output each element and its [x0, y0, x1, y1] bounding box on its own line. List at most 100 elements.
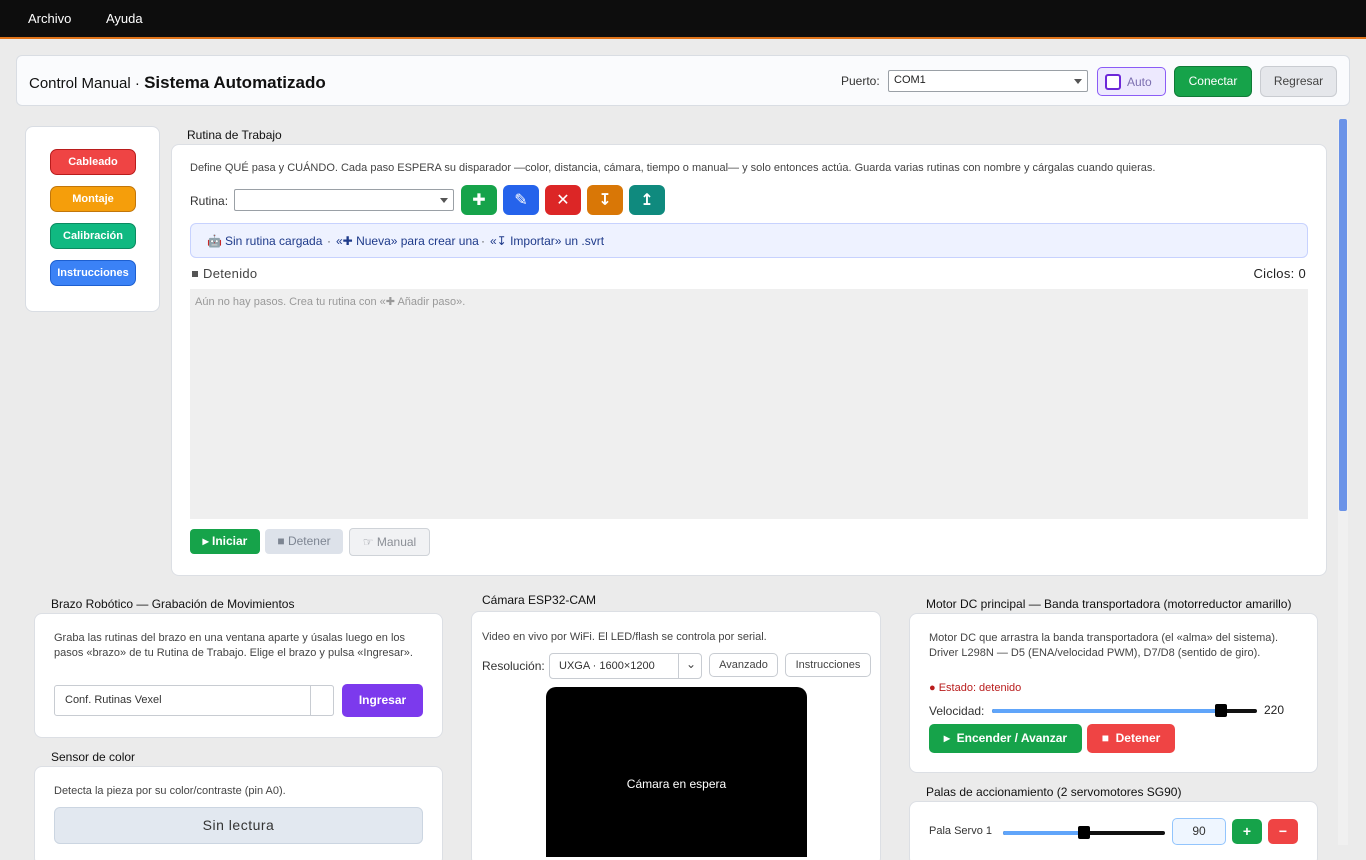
arm-select-value: Conf. Rutinas Vexel — [65, 694, 162, 706]
arm-section-title: Brazo Robótico — Grabación de Movimiento… — [51, 597, 295, 611]
nav-montaje-button[interactable]: Montaje — [50, 186, 136, 212]
paddles-section-title: Palas de accionamiento (2 servomotores S… — [926, 785, 1182, 799]
routine-info-bar: 🤖 Sin rutina cargada · «✚ Nueva» para cr… — [190, 223, 1308, 258]
arm-select-dropdown[interactable] — [310, 685, 334, 716]
run-status: Detenido — [192, 266, 257, 281]
run-status-text: Detenido — [203, 266, 258, 281]
chevron-down-icon — [440, 198, 448, 203]
camera-section-title: Cámara ESP32-CAM — [482, 593, 597, 607]
routine-section-title: Rutina de Trabajo — [187, 128, 282, 142]
port-select[interactable]: COM1 — [888, 70, 1088, 92]
new-routine-button[interactable]: ✚ — [461, 185, 497, 215]
play-icon: ▸ — [943, 731, 957, 745]
servo1-slider[interactable] — [1003, 826, 1165, 839]
speed-value: 220 — [1264, 703, 1285, 717]
speed-slider-fill — [992, 709, 1221, 713]
motor-section-title: Motor DC principal — Banda transportador… — [926, 597, 1292, 611]
delete-routine-button[interactable]: ✕ — [545, 185, 581, 215]
motor-on-label: Encender / Avanzar — [956, 731, 1068, 745]
resolution-select[interactable]: UXGA · 1600×1200 ⌄ — [549, 653, 702, 679]
routine-card: Define QUÉ pasa y CUÁNDO. Cada paso ESPE… — [171, 144, 1327, 576]
info-new: «✚ Nueva» para crear una — [336, 234, 479, 248]
hand-icon: ☞ — [362, 535, 377, 549]
stop-square-icon: ■ — [277, 534, 288, 548]
nav-calibracion-button[interactable]: Calibración — [50, 223, 136, 249]
servo1-label: Pala Servo 1 — [929, 825, 992, 837]
servo1-value-input[interactable]: 90 — [1172, 818, 1226, 845]
arm-description: Graba las rutinas del brazo en una venta… — [54, 632, 413, 659]
arm-select[interactable]: Conf. Rutinas Vexel — [54, 685, 334, 716]
select-divider — [678, 654, 679, 678]
title-prefix: Control Manual · — [29, 75, 145, 92]
left-nav: Cableado Montaje Calibración Instruccion… — [25, 126, 160, 312]
menu-ayuda[interactable]: Ayuda — [106, 11, 143, 26]
camera-standby-text: Cámara en espera — [626, 777, 727, 791]
cycles-counter: Ciclos: 0 — [1253, 266, 1306, 281]
speed-slider[interactable] — [992, 704, 1257, 717]
info-import: «↧ Importar» un .svrt — [490, 234, 605, 248]
port-label: Puerto: — [841, 74, 880, 88]
servo1-slider-thumb[interactable] — [1078, 826, 1090, 839]
info-separator: · — [481, 234, 485, 248]
info-separator: · — [327, 234, 331, 248]
camera-view: Cámara en espera — [546, 687, 807, 857]
motor-stop-button[interactable]: ■ Detener — [1087, 724, 1175, 753]
motor-on-button[interactable]: ▸ Encender / Avanzar — [929, 724, 1082, 753]
chevron-down-icon: ⌄ — [685, 657, 696, 671]
checkbox-icon — [1105, 74, 1121, 90]
paddles-card: Pala Servo 1 90 + − — [909, 801, 1318, 860]
nav-instrucciones-button[interactable]: Instrucciones — [50, 260, 136, 286]
port-value: COM1 — [894, 74, 926, 86]
motor-status: ● Estado: detenido — [929, 682, 1022, 694]
start-button[interactable]: ▸ Iniciar — [190, 529, 260, 554]
scrollbar-thumb[interactable] — [1339, 119, 1347, 511]
menu-archivo[interactable]: Archivo — [28, 11, 71, 26]
play-icon: ▸ — [202, 534, 212, 548]
manual-label: Manual — [376, 535, 417, 549]
color-sensor-card: Detecta la pieza por su color/contraste … — [34, 766, 443, 860]
motor-description: Motor DC que arrastra la banda transport… — [929, 632, 1279, 659]
page-title: Control Manual · Sistema Automatizado — [29, 73, 326, 93]
servo1-plus-button[interactable]: + — [1232, 819, 1262, 844]
import-routine-button[interactable]: ↧ — [587, 185, 623, 215]
menubar: Archivo Ayuda — [0, 0, 1366, 39]
camera-card: Video en vivo por WiFi. El LED/flash se … — [471, 611, 881, 860]
resolution-label: Resolución: — [482, 659, 545, 673]
chevron-down-icon — [1074, 79, 1082, 84]
info-none: Sin rutina cargada — [225, 234, 323, 248]
motor-card: Motor DC que arrastra la banda transport… — [909, 613, 1318, 773]
camera-description: Video en vivo por WiFi. El LED/flash se … — [482, 631, 767, 643]
stop-label: Detener — [287, 534, 331, 548]
export-routine-button[interactable]: ↥ — [629, 185, 665, 215]
advanced-button[interactable]: Avanzado — [709, 653, 778, 677]
resolution-value: UXGA · 1600×1200 — [559, 660, 655, 672]
manual-button[interactable]: ☞ Manual — [349, 528, 430, 556]
color-reading: Sin lectura — [54, 807, 423, 844]
speed-label: Velocidad: — [929, 704, 985, 718]
connect-button[interactable]: Conectar — [1174, 66, 1252, 97]
stop-button[interactable]: ■ Detener — [265, 529, 343, 554]
routine-description: Define QUÉ pasa y CUÁNDO. Cada paso ESPE… — [190, 162, 1156, 174]
routine-select[interactable] — [234, 189, 454, 211]
servo1-slider-fill — [1003, 831, 1084, 835]
header-bar: Control Manual · Sistema Automatizado Pu… — [16, 55, 1350, 106]
stop-square-icon — [192, 271, 198, 277]
steps-empty-text: Aún no hay pasos. Crea tu rutina con «✚ … — [195, 296, 466, 308]
auto-toggle[interactable]: Auto — [1097, 67, 1166, 96]
speed-slider-thumb[interactable] — [1215, 704, 1227, 717]
servo1-minus-button[interactable]: − — [1268, 819, 1298, 844]
title-bold: Sistema Automatizado — [144, 73, 326, 92]
auto-label: Auto — [1127, 75, 1152, 89]
edit-routine-button[interactable]: ✎ — [503, 185, 539, 215]
steps-list[interactable]: Aún no hay pasos. Crea tu rutina con «✚ … — [190, 289, 1308, 519]
color-sensor-section-title: Sensor de color — [51, 750, 136, 764]
robot-icon: 🤖 — [207, 234, 222, 248]
camera-instructions-button[interactable]: Instrucciones — [785, 653, 871, 677]
back-button[interactable]: Regresar — [1260, 66, 1337, 97]
enter-button[interactable]: Ingresar — [342, 684, 423, 717]
nav-cableado-button[interactable]: Cableado — [50, 149, 136, 175]
arm-card: Graba las rutinas del brazo en una venta… — [34, 613, 443, 738]
motor-stop-label: Detener — [1115, 731, 1161, 745]
start-label: Iniciar — [212, 534, 248, 548]
routine-label: Rutina: — [190, 194, 229, 208]
